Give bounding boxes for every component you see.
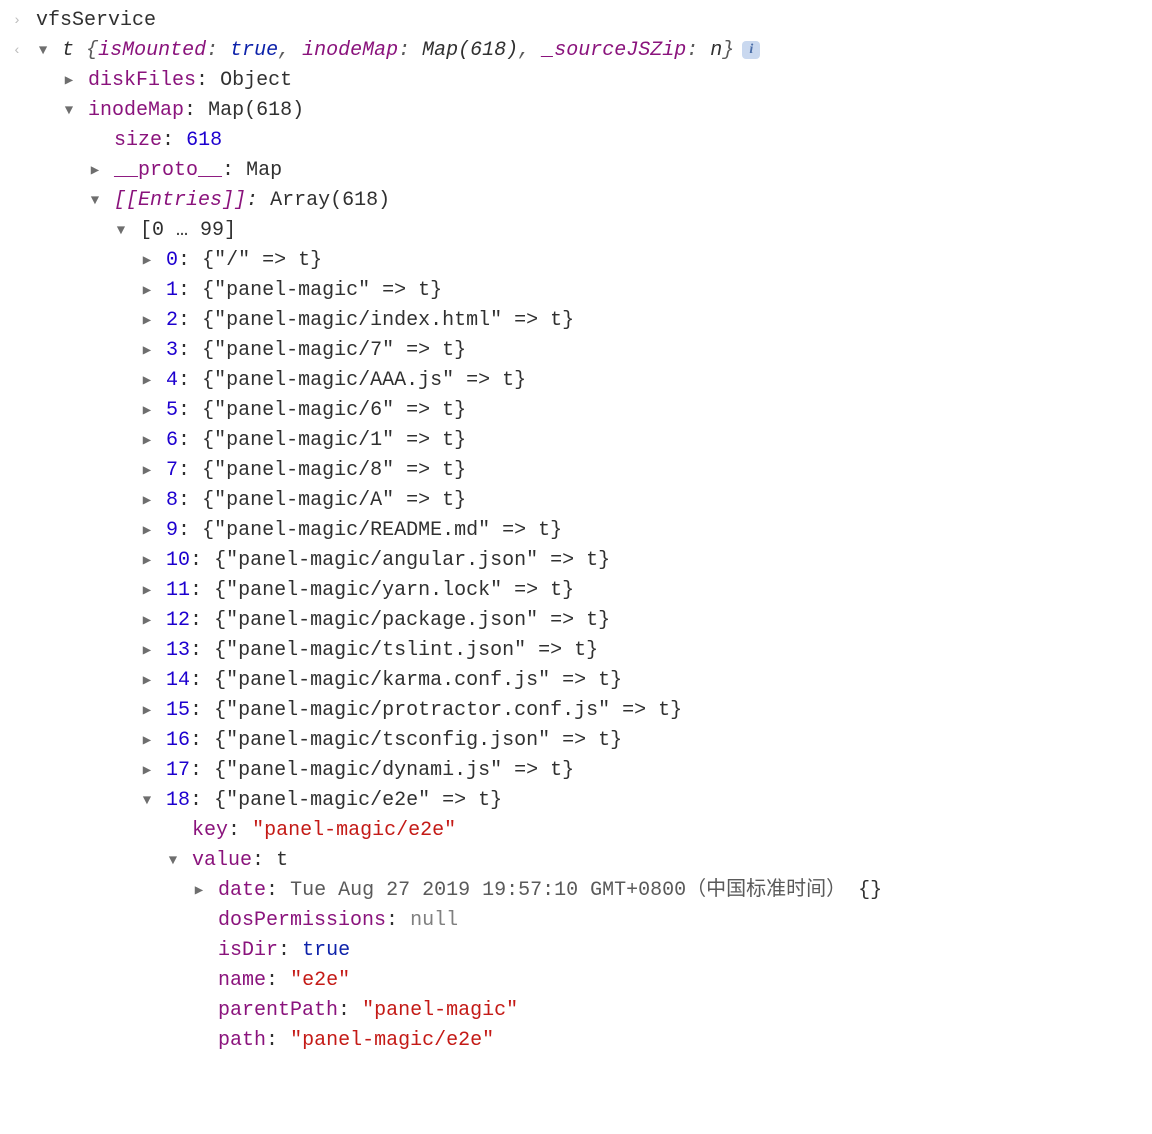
object-class: t	[62, 39, 86, 62]
expand-arrow[interactable]: ▶	[140, 551, 154, 572]
entry-row[interactable]: ▶ 16 {"panel-magic/tsconfig.json" => t}	[10, 726, 1142, 756]
entry-text: {"panel-magic" => t}	[202, 279, 442, 302]
entry-row[interactable]: ▶ 0 {"/" => t}	[10, 246, 1142, 276]
entry-row[interactable]: ▶ 6 {"panel-magic/1" => t}	[10, 426, 1142, 456]
expand-arrow[interactable]: ▼	[88, 191, 102, 212]
entry-row[interactable]: ▶ 7 {"panel-magic/8" => t}	[10, 456, 1142, 486]
prop-size[interactable]: size 618	[10, 126, 1142, 156]
entry-text: {"panel-magic/index.html" => t}	[202, 309, 574, 332]
prop-name[interactable]: name "e2e"	[10, 966, 1142, 996]
entry-text: {"panel-magic/yarn.lock" => t}	[214, 579, 574, 602]
prop-entries[interactable]: ▼ [[Entries]] Array(618)	[10, 186, 1142, 216]
spacer	[192, 941, 206, 962]
prop-isdir[interactable]: isDir true	[10, 936, 1142, 966]
expand-arrow[interactable]: ›	[10, 11, 24, 32]
expand-arrow[interactable]: ▶	[88, 161, 102, 182]
console-input-row[interactable]: › vfsService	[10, 6, 1142, 36]
expand-arrow[interactable]: ▶	[140, 731, 154, 752]
entry-row[interactable]: ▶ 13 {"panel-magic/tslint.json" => t}	[10, 636, 1142, 666]
expand-arrow[interactable]: ▶	[140, 611, 154, 632]
entry-row[interactable]: ▶ 1 {"panel-magic" => t}	[10, 276, 1142, 306]
entry-text: {"panel-magic/tsconfig.json" => t}	[214, 729, 622, 752]
expand-arrow[interactable]: ▶	[140, 311, 154, 332]
expand-arrow[interactable]: ▶	[140, 431, 154, 452]
expand-arrow[interactable]: ▶	[62, 71, 76, 92]
entry-text: {"panel-magic/8" => t}	[202, 459, 466, 482]
entry-text: {"panel-magic/A" => t}	[202, 489, 466, 512]
prop-dospermissions[interactable]: dosPermissions null	[10, 906, 1142, 936]
expand-arrow[interactable]: ▼	[166, 851, 180, 872]
entry-text: {"panel-magic/protractor.conf.js" => t}	[214, 699, 682, 722]
expand-arrow[interactable]: ▶	[140, 671, 154, 692]
expand-arrow[interactable]: ▶	[140, 281, 154, 302]
entry-text: {"panel-magic/angular.json" => t}	[214, 549, 610, 572]
entry-text: {"panel-magic/tslint.json" => t}	[214, 639, 598, 662]
expand-arrow[interactable]: ▶	[140, 701, 154, 722]
entry-row[interactable]: ▶ 3 {"panel-magic/7" => t}	[10, 336, 1142, 366]
result-summary-row[interactable]: ‹ ▼ t {isMounted: true, inodeMap: Map(61…	[10, 36, 1142, 66]
entry-text: {"/" => t}	[202, 249, 322, 272]
prop-parentpath[interactable]: parentPath "panel-magic"	[10, 996, 1142, 1026]
entry-text: {"panel-magic/6" => t}	[202, 399, 466, 422]
entry-row[interactable]: ▶ 2 {"panel-magic/index.html" => t}	[10, 306, 1142, 336]
expand-arrow[interactable]: ▼	[140, 791, 154, 812]
entry-row[interactable]: ▶ 14 {"panel-magic/karma.conf.js" => t}	[10, 666, 1142, 696]
entry-text: {"panel-magic/7" => t}	[202, 339, 466, 362]
entry-text: {"panel-magic/1" => t}	[202, 429, 466, 452]
entry-row[interactable]: ▶ 15 {"panel-magic/protractor.conf.js" =…	[10, 696, 1142, 726]
entry-key[interactable]: key "panel-magic/e2e"	[10, 816, 1142, 846]
prop-proto[interactable]: ▶ __proto__ Map	[10, 156, 1142, 186]
entry-text: {"panel-magic/e2e" => t}	[214, 789, 502, 812]
expand-arrow[interactable]: ▼	[36, 41, 50, 62]
expand-arrow[interactable]: ▼	[114, 221, 128, 242]
entry-value[interactable]: ▼ value t	[10, 846, 1142, 876]
entry-text: {"panel-magic/karma.conf.js" => t}	[214, 669, 622, 692]
prop-path[interactable]: path "panel-magic/e2e"	[10, 1026, 1142, 1056]
spacer	[192, 1031, 206, 1052]
entry-row[interactable]: ▶ 4 {"panel-magic/AAA.js" => t}	[10, 366, 1142, 396]
expand-arrow[interactable]: ▶	[140, 581, 154, 602]
prop-diskfiles[interactable]: ▶ diskFiles Object	[10, 66, 1142, 96]
expand-arrow[interactable]: ▶	[140, 761, 154, 782]
expand-arrow[interactable]: ▶	[140, 521, 154, 542]
entry-row[interactable]: ▶ 11 {"panel-magic/yarn.lock" => t}	[10, 576, 1142, 606]
entry-row[interactable]: ▶ 9 {"panel-magic/README.md" => t}	[10, 516, 1142, 546]
return-arrow-icon: ‹	[10, 41, 24, 62]
expand-arrow[interactable]: ▶	[140, 341, 154, 362]
entry-row[interactable]: ▶ 8 {"panel-magic/A" => t}	[10, 486, 1142, 516]
expand-arrow[interactable]: ▶	[140, 401, 154, 422]
spacer	[192, 911, 206, 932]
prop-date[interactable]: ▶ date Tue Aug 27 2019 19:57:10 GMT+0800…	[10, 876, 1142, 906]
entry-text: {"panel-magic/README.md" => t}	[202, 519, 562, 542]
spacer	[192, 1001, 206, 1022]
expand-arrow[interactable]: ▶	[140, 491, 154, 512]
expand-arrow[interactable]: ▶	[140, 371, 154, 392]
expand-arrow[interactable]: ▶	[140, 641, 154, 662]
entries-range[interactable]: ▼ [0 … 99]	[10, 216, 1142, 246]
expand-arrow[interactable]: ▶	[140, 251, 154, 272]
spacer	[88, 131, 102, 152]
expand-arrow[interactable]: ▼	[62, 101, 76, 122]
console-input-value: vfsService	[36, 9, 156, 32]
info-icon[interactable]: i	[742, 41, 760, 59]
entry-row-open[interactable]: ▼ 18 {"panel-magic/e2e" => t}	[10, 786, 1142, 816]
spacer	[192, 971, 206, 992]
entry-row[interactable]: ▶ 10 {"panel-magic/angular.json" => t}	[10, 546, 1142, 576]
expand-arrow[interactable]: ▶	[140, 461, 154, 482]
entry-row[interactable]: ▶ 5 {"panel-magic/6" => t}	[10, 396, 1142, 426]
expand-arrow[interactable]: ▶	[192, 881, 206, 902]
entry-text: {"panel-magic/package.json" => t}	[214, 609, 610, 632]
prop-inodemap[interactable]: ▼ inodeMap Map(618)	[10, 96, 1142, 126]
entry-text: {"panel-magic/dynami.js" => t}	[214, 759, 574, 782]
entry-row[interactable]: ▶ 12 {"panel-magic/package.json" => t}	[10, 606, 1142, 636]
entry-text: {"panel-magic/AAA.js" => t}	[202, 369, 526, 392]
entry-row[interactable]: ▶ 17 {"panel-magic/dynami.js" => t}	[10, 756, 1142, 786]
spacer	[166, 821, 180, 842]
